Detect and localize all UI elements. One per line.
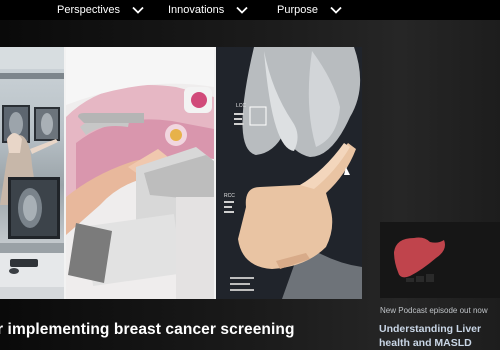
mammography-machine-illustration: [66, 47, 214, 299]
nav-item-purpose[interactable]: Purpose: [277, 2, 342, 18]
mammogram-screen-illustration: LCC RCC: [216, 47, 362, 299]
doctor-photo-panel: [0, 47, 64, 299]
top-navigation: Perspectives Innovations Purpose: [0, 0, 500, 20]
hero-image[interactable]: LCC RCC: [0, 47, 362, 299]
podcast-kicker: New Podcast episode out now: [380, 306, 488, 315]
doctor-scene-illustration: [0, 47, 64, 299]
mammogram-bottom-label: RCC: [224, 193, 235, 199]
nav-item-label: Purpose: [277, 4, 318, 16]
mammogram-screen-panel: LCC RCC: [216, 47, 362, 299]
chevron-down-icon: [132, 6, 144, 14]
liver-icon: [380, 222, 500, 298]
nav-item-label: Innovations: [168, 4, 225, 16]
nav-item-label: Perspectives: [57, 4, 120, 16]
podcast-thumbnail[interactable]: [380, 222, 500, 298]
hero-headline-link[interactable]: r implementing breast cancer screening: [0, 321, 295, 339]
podcast-title-link[interactable]: Understanding Liver health and MASLD: [379, 322, 500, 350]
nav-item-innovations[interactable]: Innovations: [168, 2, 248, 18]
chevron-down-icon: [330, 6, 342, 14]
mammography-machine-panel: [66, 47, 214, 299]
nav-item-perspectives[interactable]: Perspectives: [57, 2, 144, 18]
mammogram-top-label: LCC: [236, 103, 246, 109]
chevron-down-icon: [236, 6, 248, 14]
